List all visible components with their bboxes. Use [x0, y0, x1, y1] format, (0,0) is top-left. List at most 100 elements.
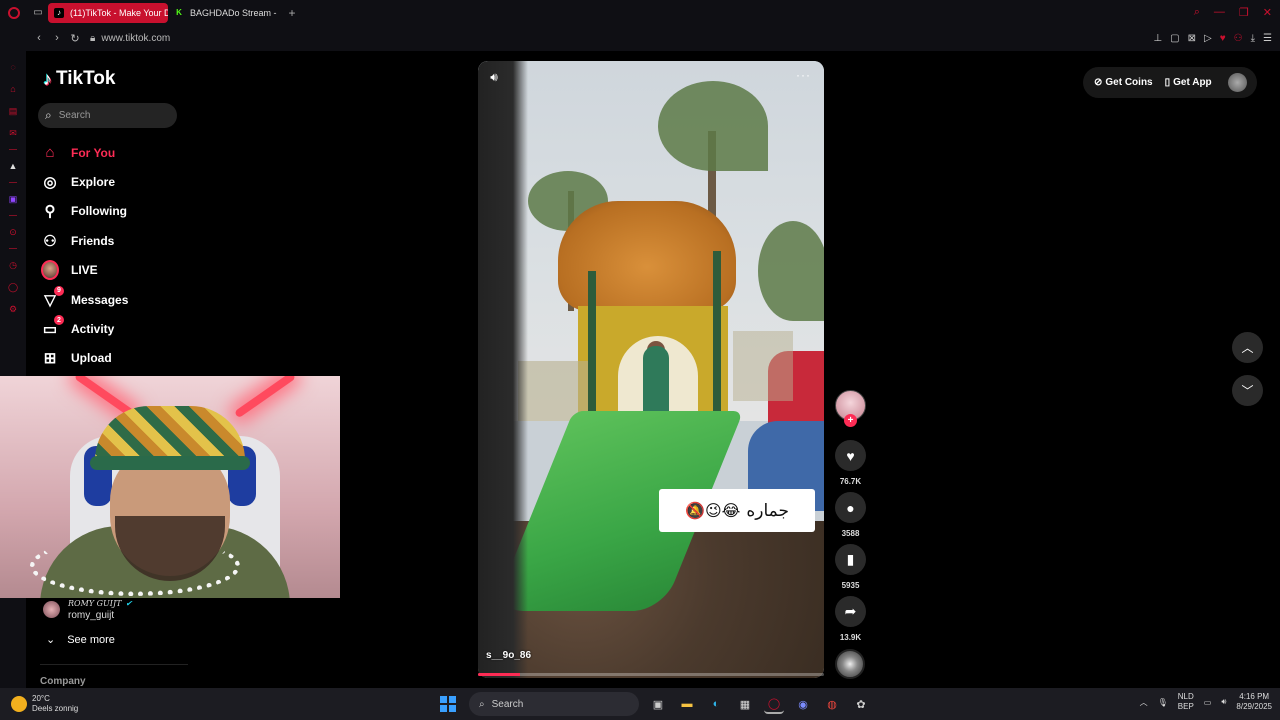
rail-divider: [9, 182, 17, 183]
compass-icon: ◎: [43, 174, 57, 192]
video-progress-bar[interactable]: [478, 673, 824, 676]
tiktok-logo[interactable]: ♪ TikTok: [43, 68, 115, 90]
task-view-icon[interactable]: ▣: [648, 694, 668, 714]
store-icon[interactable]: ▦: [735, 694, 755, 714]
arc-app-icon[interactable]: ▲: [7, 160, 19, 172]
wallet-icon[interactable]: ▤: [7, 105, 19, 117]
nav-for-you-label: For You: [71, 145, 116, 160]
nav-upload-label: Upload: [71, 351, 112, 366]
rail-divider: [9, 215, 17, 216]
close-window-button[interactable]: ✕: [1263, 6, 1272, 19]
like-button[interactable]: ♥: [835, 440, 866, 471]
more-options-icon[interactable]: ···: [796, 68, 811, 82]
tab-baghdado-stream[interactable]: K BAGHDADo Stream - Wat: [168, 3, 278, 23]
mail-icon[interactable]: ✉: [7, 127, 19, 139]
display-icon[interactable]: ▭: [1204, 698, 1212, 707]
nav-explore[interactable]: ◎ Explore: [41, 167, 191, 196]
like-count: 76.7K: [839, 477, 862, 486]
aria-icon[interactable]: ◌: [7, 61, 19, 73]
get-coins-button[interactable]: ⊘ Get Coins: [1094, 77, 1153, 88]
nav-for-you[interactable]: ⌂ For You: [41, 138, 191, 167]
history-icon[interactable]: ◷: [7, 259, 19, 271]
pin-icon[interactable]: ⊥: [1153, 33, 1162, 44]
following-account-item[interactable]: ROMY GUIJT ✔ romy_guijt: [43, 599, 132, 621]
nav-upload[interactable]: ⊞ Upload: [41, 344, 191, 373]
clock[interactable]: 4:16 PM 8/29/2025: [1236, 692, 1272, 712]
save-count: 5935: [841, 581, 860, 590]
menu-icon[interactable]: ☰: [1263, 33, 1272, 44]
tab-tiktok[interactable]: ♪ (11)TikTok - Make Your Da: [48, 2, 168, 23]
comment-button[interactable]: ●: [835, 492, 866, 523]
company-heading: Company: [40, 676, 86, 687]
address-bar: ‹ › ↻ 🔒︎ www.tiktok.com ⊥ ▢ ⊠ ▷ ♥ ⚇ ⤓ ☰: [0, 25, 1280, 51]
edge-icon[interactable]: ◐: [706, 694, 726, 714]
see-more-button[interactable]: ⌄ See more: [46, 633, 115, 647]
download-icon[interactable]: ⤓: [1251, 33, 1255, 44]
upload-icon: ⊞: [43, 350, 57, 368]
save-button[interactable]: ▮: [835, 544, 866, 575]
system-tray: ︿ 🎙︎ NLD BEP ▭ 🔊︎ 4:16 PM 8/29/2025: [1140, 692, 1272, 712]
shopping-icon[interactable]: ⌂: [7, 83, 19, 95]
tab-list-icon[interactable]: ▭: [28, 0, 48, 25]
twitch-icon[interactable]: ▣: [7, 193, 19, 205]
adblock-icon[interactable]: ⊠: [1188, 33, 1196, 44]
windows-start-icon[interactable]: [440, 696, 456, 712]
nav-following[interactable]: ⚲ Following: [41, 197, 191, 226]
speaker-icon[interactable]: 🔊︎: [1221, 697, 1226, 707]
back-button[interactable]: ‹: [30, 32, 48, 44]
search-icon[interactable]: ⌕: [45, 108, 52, 123]
search-input[interactable]: [58, 110, 159, 121]
like-action: ♥ 76.7K: [835, 440, 866, 486]
share-button[interactable]: ➦: [835, 596, 866, 627]
foreground-person: [478, 61, 528, 678]
file-explorer-icon[interactable]: ▬: [677, 694, 697, 714]
account-icon[interactable]: ⚇: [1234, 33, 1243, 44]
previous-video-button[interactable]: ︿: [1232, 332, 1263, 363]
taskbar-search[interactable]: ⌕ Search: [469, 692, 639, 716]
tray-expand-icon[interactable]: ︿: [1140, 697, 1148, 708]
nav-friends[interactable]: ⚇ Friends: [41, 226, 191, 255]
forward-button[interactable]: ›: [48, 32, 66, 44]
opera-logo-icon[interactable]: [0, 0, 28, 25]
weather-widget[interactable]: 20°C Deels zonnig: [11, 694, 78, 714]
nav-messages[interactable]: ▽ 9 Messages: [41, 285, 191, 314]
microphone-icon[interactable]: 🎙︎: [1158, 698, 1168, 707]
share-action: ➦ 13.9K: [835, 596, 866, 642]
follow-plus-button[interactable]: +: [844, 414, 857, 427]
tiktok-note-icon: ♪: [43, 68, 52, 89]
nav-messages-label: Messages: [71, 292, 129, 307]
volume-icon[interactable]: 🔊︎: [486, 69, 502, 85]
video-player[interactable]: [478, 61, 824, 678]
search-tabs-icon[interactable]: ⌕: [1194, 6, 1200, 19]
opera-taskbar-icon[interactable]: ◯: [764, 694, 784, 714]
maximize-button[interactable]: ❐: [1239, 6, 1249, 19]
get-coins-label: Get Coins: [1105, 77, 1153, 88]
new-tab-button[interactable]: +: [284, 6, 300, 20]
lang-primary: NLD: [1177, 692, 1194, 701]
reload-button[interactable]: ↻: [66, 32, 84, 45]
nav-following-label: Following: [71, 204, 127, 219]
video-author[interactable]: s__9o_86: [486, 650, 531, 661]
chrome-icon[interactable]: ◍: [822, 694, 842, 714]
url-field[interactable]: 🔒︎ www.tiktok.com: [90, 33, 170, 44]
messenger-icon[interactable]: ◯: [7, 281, 19, 293]
favorite-heart-icon[interactable]: ♥: [1220, 33, 1226, 44]
settings-icon[interactable]: ⚙: [7, 303, 19, 315]
app-icon[interactable]: ✿: [851, 694, 871, 714]
next-video-button[interactable]: ﹀: [1232, 375, 1263, 406]
get-app-button[interactable]: ▯ Get App: [1165, 77, 1212, 88]
profile-avatar[interactable]: [1227, 73, 1247, 92]
snapshot-icon[interactable]: ▢: [1170, 33, 1179, 44]
coin-icon: ⊘: [1094, 77, 1103, 88]
language-indicator[interactable]: NLD BEP: [1178, 692, 1194, 712]
nav-live[interactable]: LIVE: [41, 256, 191, 285]
nav-activity[interactable]: ▭ 2 Activity: [41, 314, 191, 343]
player-rail-icon[interactable]: ⊙: [7, 226, 19, 238]
nav-live-label: LIVE: [71, 263, 98, 278]
messages-icon: ▽ 9: [41, 285, 64, 309]
clock-date: 8/29/2025: [1236, 702, 1272, 711]
discord-icon[interactable]: ◉: [793, 694, 813, 714]
player-icon[interactable]: ▷: [1204, 33, 1212, 44]
sound-disc[interactable]: [835, 649, 865, 679]
minimize-button[interactable]: —: [1214, 6, 1225, 19]
